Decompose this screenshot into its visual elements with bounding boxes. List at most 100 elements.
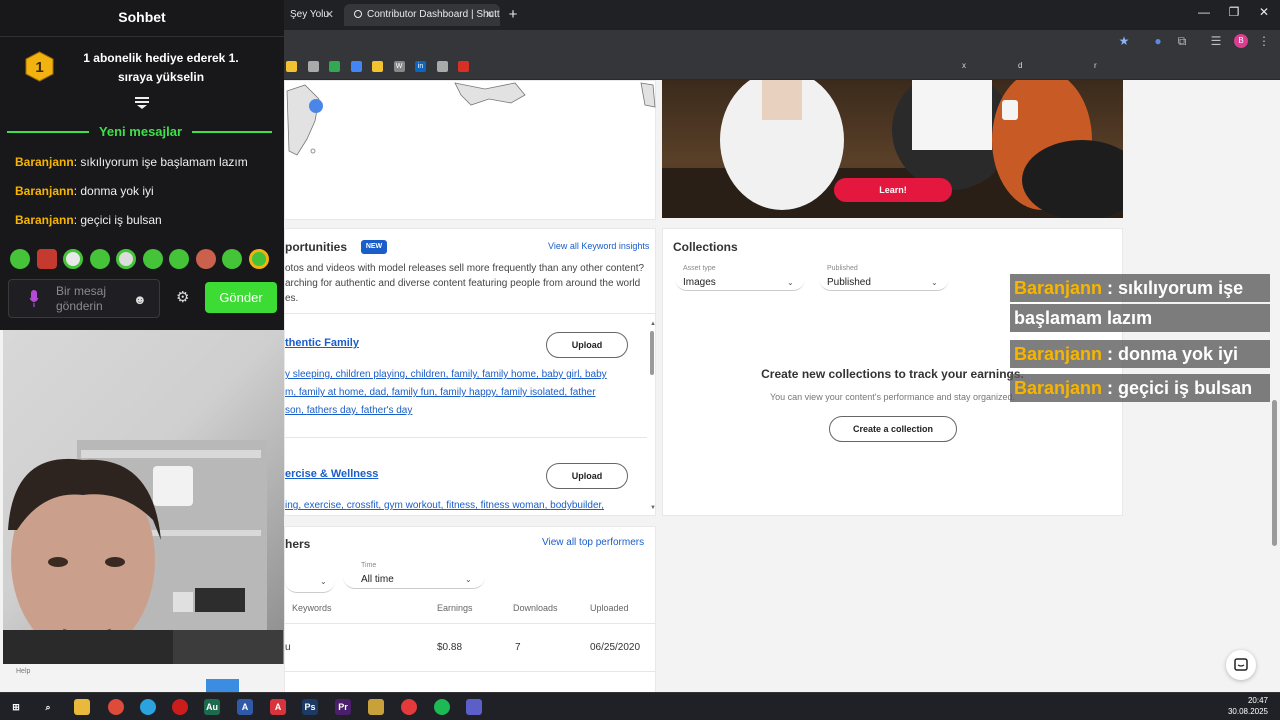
chat-username[interactable]: Baranjann (15, 184, 74, 198)
close-icon[interactable]: ✕ (325, 4, 334, 26)
keyword-tag[interactable]: ing, (285, 500, 304, 511)
keyword-tag[interactable]: family, (451, 369, 482, 380)
emote-icon[interactable] (90, 249, 110, 269)
keyword-tag[interactable]: family fun, (392, 387, 440, 398)
emote-icon[interactable] (169, 249, 189, 269)
windows-start-icon[interactable]: ⊞ (8, 699, 24, 715)
emote-icon[interactable] (116, 249, 136, 269)
bookmark-icon[interactable] (350, 61, 362, 72)
keyword-tag[interactable]: fitness, (446, 500, 480, 511)
emote-icon[interactable] (143, 249, 163, 269)
keyword-tag[interactable]: family isolated, (501, 387, 570, 398)
puzzle-icon[interactable]: ⧉ (1174, 34, 1190, 49)
upload-button-family[interactable]: Upload (546, 332, 628, 358)
keyword-tag[interactable]: baby (585, 369, 607, 380)
opera-icon[interactable] (172, 699, 188, 715)
chevron-down-icon: ⌄ (787, 278, 794, 287)
keyword-tag[interactable]: father (570, 387, 596, 398)
keyword-tag[interactable]: bodybuilder, (550, 500, 604, 511)
keyword-tag[interactable]: fitness woman, (481, 500, 550, 511)
app-icon[interactable] (401, 699, 417, 715)
keyword-tag[interactable]: baby girl, (542, 369, 585, 380)
keyword-tag[interactable]: children, (411, 369, 452, 380)
bookmark-icon[interactable] (436, 61, 448, 72)
microphone-icon[interactable] (29, 290, 39, 308)
chrome-icon[interactable] (108, 699, 124, 715)
kebab-menu-icon[interactable]: ⋮ (1256, 34, 1272, 48)
keyword-tag[interactable]: m, (285, 387, 299, 398)
bookmark-icon[interactable] (329, 61, 340, 72)
restore-icon[interactable]: ❐ (1226, 5, 1242, 19)
emote-icon[interactable] (222, 249, 242, 269)
bookmark-icon[interactable]: in (415, 61, 426, 72)
telegram-icon[interactable] (140, 699, 156, 715)
spotify-icon[interactable] (434, 699, 450, 715)
gear-icon[interactable]: ⚙ (176, 288, 189, 306)
bookmark-icon[interactable] (286, 61, 297, 72)
chat-message-input[interactable]: Bir mesaj gönderin ☻ (8, 279, 160, 318)
page-scroll-thumb[interactable] (1272, 400, 1277, 546)
keyword-tag[interactable]: children playing, (336, 369, 411, 380)
learn-button[interactable]: Learn! (834, 178, 952, 202)
view-all-keyword-insights-link[interactable]: View all Keyword insights (548, 241, 649, 251)
bookmark-icon[interactable] (458, 61, 469, 72)
app-icon[interactable] (368, 699, 384, 715)
tab-contributor-dashboard[interactable]: Contributor Dashboard | Shutte ✕ (344, 4, 500, 26)
bookmark-folder[interactable]: x (962, 61, 966, 70)
support-chat-button[interactable] (1226, 650, 1256, 680)
type-select[interactable] (285, 567, 335, 593)
keyword-tag[interactable]: exercise, (304, 500, 347, 511)
new-tab-button[interactable]: + (506, 4, 520, 26)
acrobat-icon[interactable]: A (270, 699, 286, 715)
premiere-icon[interactable]: Pr (335, 699, 351, 715)
media-icon[interactable]: ☰ (1208, 34, 1224, 48)
emote-icon[interactable] (249, 249, 269, 269)
keyword-tag[interactable]: family home, (482, 369, 541, 380)
create-collection-button[interactable]: Create a collection (829, 416, 957, 442)
search-icon[interactable]: ⌕ (40, 699, 56, 715)
list-scrollbar[interactable]: ▲ ▼ (649, 321, 656, 515)
keyword-tag[interactable]: son, (285, 405, 307, 416)
chat-username[interactable]: Baranjann (15, 213, 74, 227)
profile-avatar[interactable]: B (1234, 34, 1248, 48)
tab-sey-yolu[interactable]: Şey Yolu ✕ (280, 4, 340, 26)
upload-button-exercise[interactable]: Upload (546, 463, 628, 489)
opportunity-title-family[interactable]: thentic Family (285, 337, 359, 349)
keyword-tag[interactable]: y sleeping, (285, 369, 336, 380)
bookmark-folder[interactable]: d (1018, 61, 1022, 70)
emote-icon[interactable] (196, 249, 216, 269)
bookmark-icon[interactable] (372, 61, 383, 72)
emote-icon[interactable] (10, 249, 30, 269)
bookmark-icon[interactable]: W (393, 61, 405, 72)
keyword-tag[interactable]: dad, (369, 387, 391, 398)
opportunity-title-exercise[interactable]: ercise & Wellness (285, 468, 378, 480)
emote-icon[interactable] (63, 249, 83, 269)
keyword-tag[interactable]: crossfit, (347, 500, 384, 511)
star-icon[interactable]: ★ (1116, 34, 1132, 48)
close-window-icon[interactable]: ✕ (1256, 5, 1272, 19)
bookmark-folder[interactable]: r (1094, 61, 1097, 70)
view-all-top-performers-link[interactable]: View all top performers (542, 537, 644, 548)
send-button[interactable]: Gönder (205, 282, 277, 313)
chat-username[interactable]: Baranjann (15, 155, 74, 169)
file-explorer-icon[interactable] (74, 699, 90, 715)
extension-icon[interactable]: ● (1150, 34, 1166, 48)
emote-icon[interactable] (37, 249, 57, 269)
bookmark-icon[interactable] (307, 61, 319, 72)
page-scrollbar[interactable] (1270, 80, 1280, 692)
thumbnail-image[interactable] (206, 679, 239, 692)
keyword-tag[interactable]: father's day (361, 405, 412, 416)
keyword-tag[interactable]: gym workout, (384, 500, 446, 511)
app-icon[interactable]: A (237, 699, 253, 715)
keyword-tag[interactable]: fathers day, (307, 405, 361, 416)
smile-icon[interactable]: ☻ (133, 292, 147, 307)
audition-icon[interactable]: Au (204, 699, 220, 715)
teams-icon[interactable] (466, 699, 482, 715)
keyword-tag[interactable]: family happy, (440, 387, 501, 398)
close-icon[interactable]: ✕ (485, 4, 494, 26)
collapse-icon[interactable] (134, 97, 150, 109)
minimize-icon[interactable]: — (1196, 5, 1212, 19)
scroll-thumb[interactable] (650, 331, 654, 375)
photoshop-icon[interactable]: Ps (302, 699, 318, 715)
keyword-tag[interactable]: family at home, (299, 387, 370, 398)
